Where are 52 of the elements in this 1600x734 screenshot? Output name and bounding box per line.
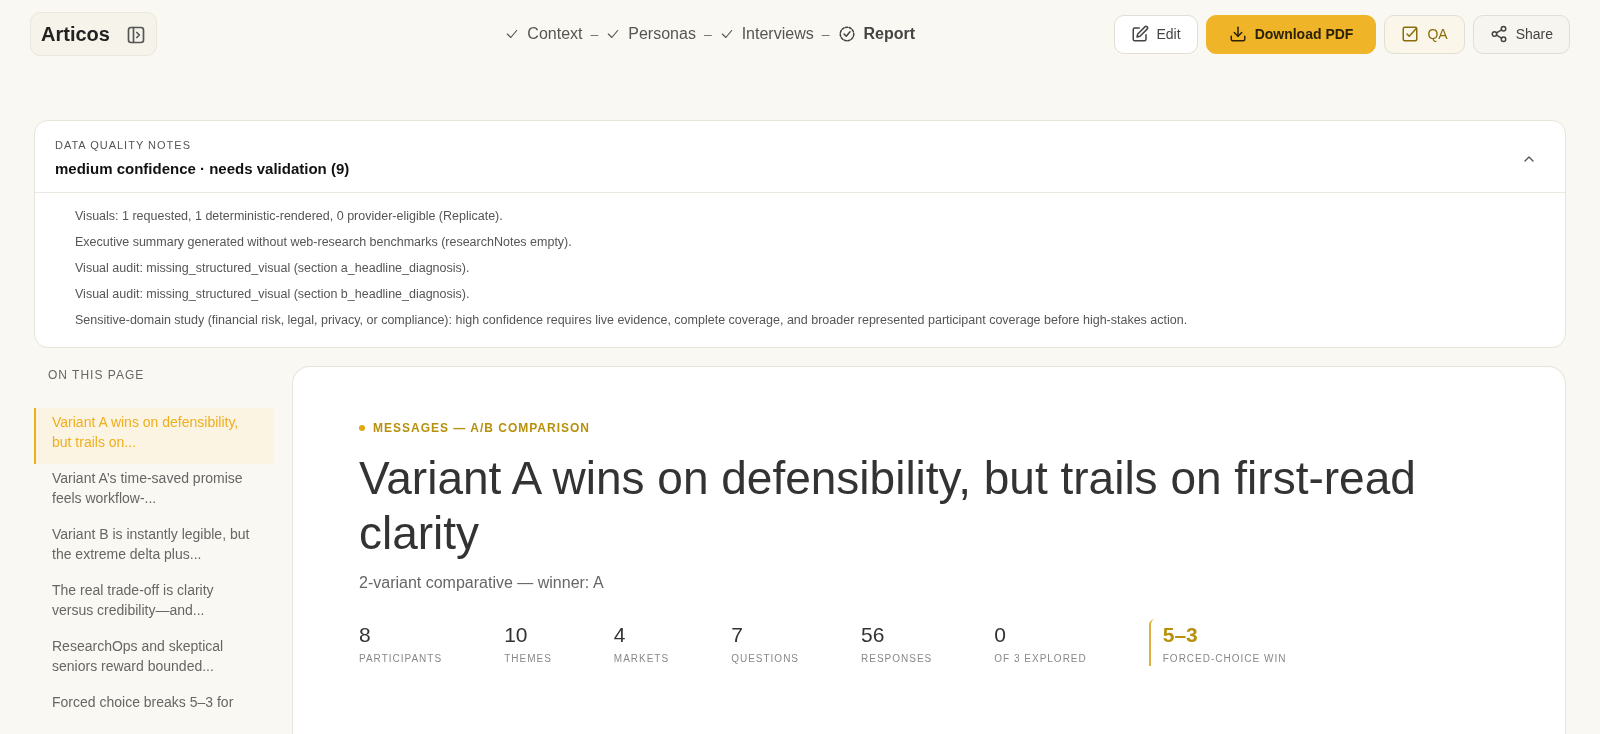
stat-value: 10 [504, 622, 529, 649]
stat-value: 7 [731, 622, 744, 649]
report-subtitle: 2-variant comparative — winner: A [359, 573, 605, 594]
step-separator: – [590, 24, 599, 44]
check-icon [606, 27, 621, 41]
stat-value: 5–3 [1162, 622, 1199, 649]
step-separator: – [703, 24, 712, 44]
stat-label: THEMES [504, 651, 552, 666]
toc-item[interactable]: Forced choice breaks 5–3 for [34, 688, 274, 734]
notes-summary: medium confidence · needs validation (9) [55, 158, 350, 179]
report-eyebrow: MESSAGES — A/B COMPARISON [373, 420, 591, 437]
qa-button[interactable]: QA [1384, 14, 1465, 54]
edit-icon [1130, 25, 1149, 43]
stat-label: FORCED-CHOICE WIN [1162, 651, 1287, 666]
toc-item[interactable]: ResearchOps and skeptical seniors reward bounded... [34, 632, 274, 688]
app-title: Articos [41, 22, 110, 47]
note-text: Visual audit: missing_structured_visual (section b_headline_diagnosis). [75, 286, 471, 303]
notes-eyebrow: DATA QUALITY NOTES [55, 138, 192, 153]
note-text: Executive summary generated without web-research benchmarks (researchNotes empty). [75, 234, 573, 251]
toc-item[interactable]: Variant A’s time-saved promise feels workflow-... [34, 464, 274, 520]
share-icon [1489, 25, 1508, 43]
download-pdf-button[interactable]: Download PDF [1205, 14, 1377, 54]
toc-heading: ON THIS PAGE [47, 367, 146, 384]
stat-value: 8 [359, 622, 372, 649]
step-link[interactable]: Context [505, 22, 583, 46]
step-link[interactable]: Interviews [719, 22, 814, 46]
check-icon [719, 27, 734, 41]
download-icon [1228, 25, 1247, 43]
stat-value: 4 [613, 622, 627, 649]
stat-label: MARKETS [613, 651, 670, 666]
stat-label: QUESTIONS [731, 651, 800, 666]
note-text: Sensitive-domain study (financial risk, legal, privacy, or compliance): high confidence requires live evidence, complete coverage, and broader represented participant coverage before high-stakes action. [75, 312, 1189, 329]
stat-value: 0 [994, 622, 1007, 649]
panel-icon [125, 24, 146, 45]
stat-label: OF 3 EXPLORED [994, 651, 1087, 666]
checkbox-icon [1401, 25, 1420, 43]
stat-value: 56 [861, 622, 886, 649]
edit-button[interactable]: Edit [1113, 14, 1198, 54]
step-link[interactable]: Report [837, 22, 916, 46]
stat-label: RESPONSES [861, 651, 933, 666]
note-text: Visual audit: missing_structured_visual (section a_headline_diagnosis). [75, 260, 471, 277]
step-link[interactable]: Personas [606, 22, 696, 46]
note-text: Visuals: 1 requested, 1 deterministic-rendered, 0 provider-eligible (Replicate). [75, 208, 504, 225]
dashed-check-circle-icon [837, 25, 856, 43]
stat-label: PARTICIPANTS [359, 651, 443, 666]
step-separator: – [821, 24, 830, 44]
share-button[interactable]: Share [1472, 14, 1570, 54]
bullet-dot [359, 425, 365, 431]
toc-item[interactable]: Variant B is instantly legible, but the extreme delta plus... [34, 520, 274, 576]
check-icon [505, 27, 520, 41]
toc-item[interactable]: The real trade-off is clarity versus credibility—and... [34, 576, 274, 632]
report-title: Variant A wins on defensibility, but trails on first-read clarity [359, 451, 1417, 562]
